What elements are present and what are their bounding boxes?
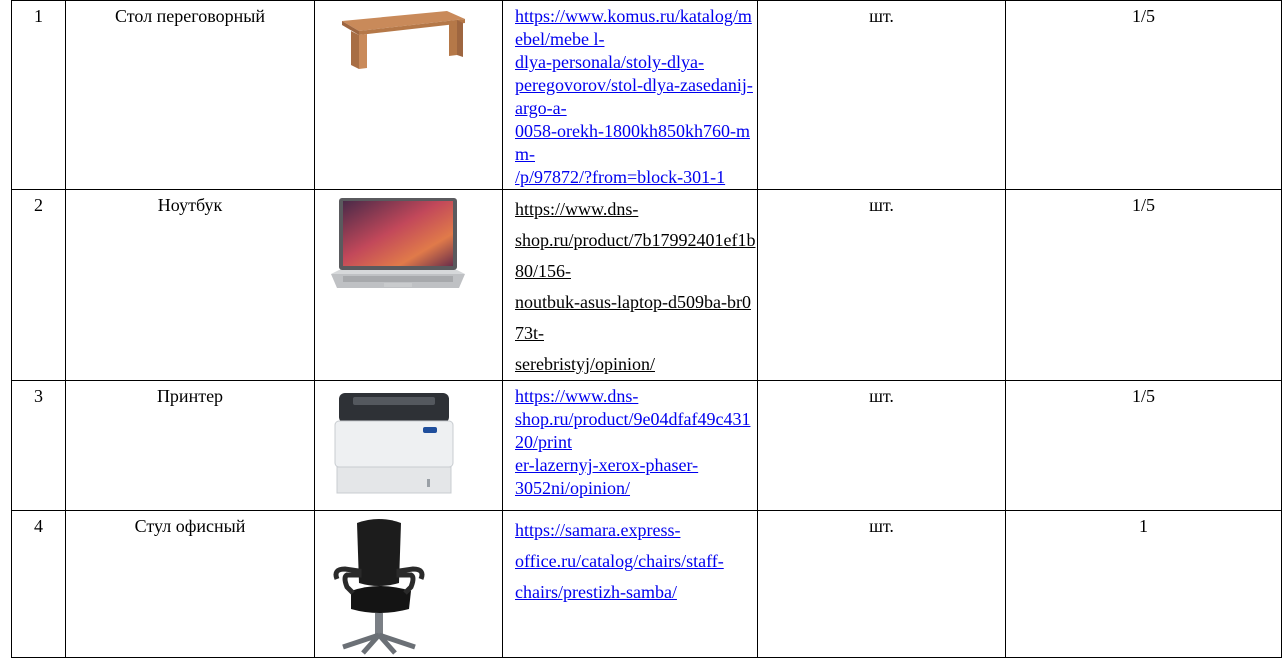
row-number: 4 [11,510,66,658]
link-line: peregovorov/stol-dlya-zasedanij-argo-a- [515,75,753,118]
row-number: 1 [11,0,66,190]
row-number: 2 [11,189,66,381]
link-line: serebristyj/opinion/ [515,354,655,374]
item-link[interactable]: https://www.dns- shop.ru/product/9e04dfa… [515,385,757,500]
item-name: Ноутбук [65,189,315,381]
laptop-image [331,198,465,288]
table-image [342,11,465,69]
item-link[interactable]: https://www.dns- shop.ru/product/7b17992… [515,194,757,380]
link-line: 3052ni/opinion/ [515,478,631,498]
item-unit: шт. [757,380,1006,511]
item-image-cell [314,0,503,190]
item-image-cell [314,510,503,658]
link-line: https://www.komus.ru/katalog/mebel/mebe … [515,6,752,49]
table-row: 3 Принтер https://www.dns- shop.ru/produ… [11,380,1282,511]
printer-image [334,393,454,494]
link-line: office.ru/catalog/chairs/staff- [515,551,724,571]
link-line: /p/97872/?from=block-301-1 [515,167,726,187]
item-link-cell: https://www.dns- shop.ru/product/9e04dfa… [502,380,758,511]
table-row: 4 Стул офисный https://samara.express- o… [11,510,1282,658]
row-number: 3 [11,380,66,511]
link-line: dlya-personala/stoly-dlya- [515,52,704,72]
item-unit: шт. [757,0,1006,190]
link-line: noutbuk-asus-laptop-d509ba-br073t- [515,292,751,343]
table-row: 1 Стол переговорный https://www.komus.ru… [11,0,1282,190]
link-line: https://www.dns- [515,386,639,406]
items-table: 1 Стол переговорный https://www.komus.ru… [11,0,1282,658]
item-name: Стол переговорный [65,0,315,190]
item-quantity: 1/5 [1005,380,1282,511]
item-name: Принтер [65,380,315,511]
link-line: chairs/prestizh-samba/ [515,582,677,602]
item-quantity: 1/5 [1005,0,1282,190]
link-line: shop.ru/product/9e04dfaf49c43120/print [515,409,751,452]
item-image-cell [314,189,503,381]
item-link-cell: https://www.komus.ru/katalog/mebel/mebe … [502,0,758,190]
link-line: shop.ru/product/7b17992401ef1b80/156- [515,230,756,281]
item-unit: шт. [757,510,1006,658]
item-link[interactable]: https://www.komus.ru/katalog/mebel/mebe … [515,5,757,189]
item-quantity: 1 [1005,510,1282,658]
office-chair-image [333,519,425,655]
item-quantity: 1/5 [1005,189,1282,381]
item-link-cell: https://www.dns- shop.ru/product/7b17992… [502,189,758,381]
table-row: 2 Ноутбук https://www.dns- shop.ru/produ… [11,189,1282,381]
item-link[interactable]: https://samara.express- office.ru/catalo… [515,515,757,608]
link-line: 0058-orekh-1800kh850kh760-mm- [515,121,750,164]
link-line: er-lazernyj-xerox-phaser- [515,455,699,475]
item-image-cell [314,380,503,511]
item-link-cell: https://samara.express- office.ru/catalo… [502,510,758,658]
item-name: Стул офисный [65,510,315,658]
link-line: https://www.dns- [515,199,639,219]
link-line: https://samara.express- [515,520,681,540]
item-unit: шт. [757,189,1006,381]
